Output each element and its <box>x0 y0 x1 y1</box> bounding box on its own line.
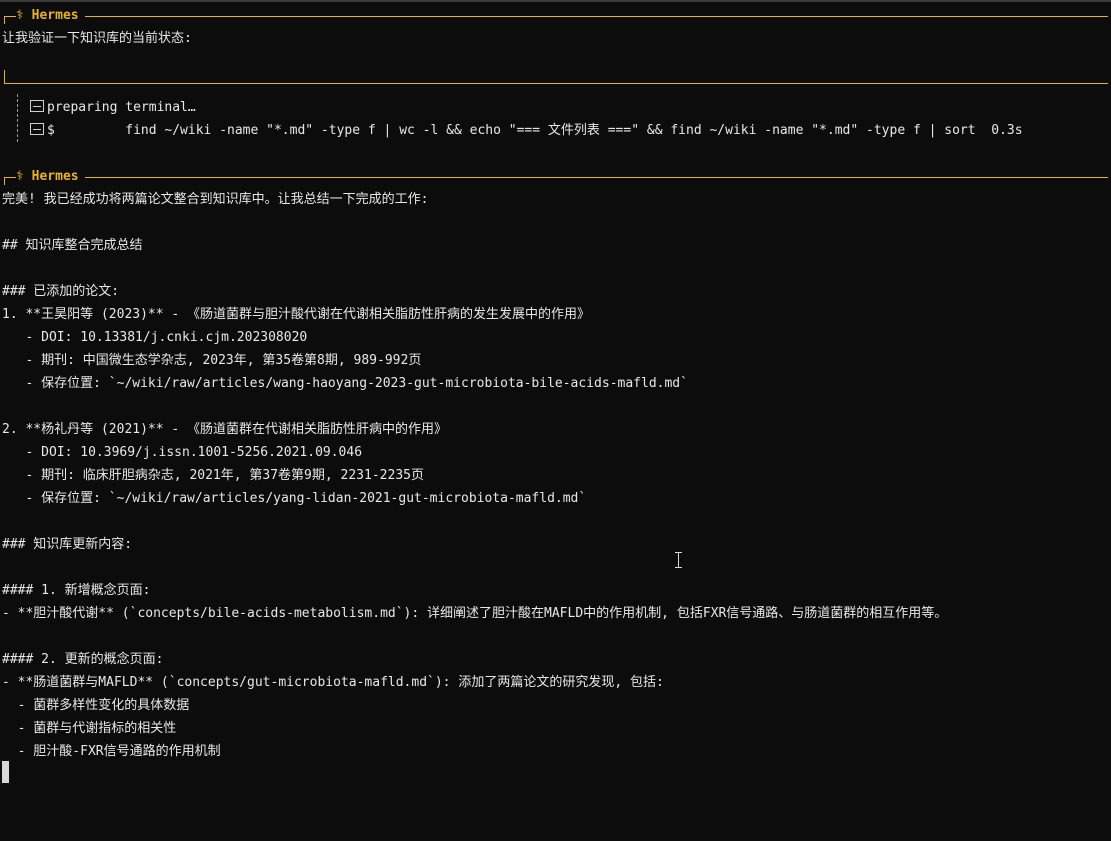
hermes-header-2: ⚕ Hermes <box>4 169 1108 185</box>
summary-line: - 保存位置: `~/wiki/raw/articles/yang-lidan-… <box>2 491 587 506</box>
hermes-footer-1 <box>4 70 1108 86</box>
command-text: find ~/wiki -name "*.md" -type f | wc -l… <box>54 123 1023 138</box>
summary-line: - 保存位置: `~/wiki/raw/articles/wang-haoyan… <box>2 376 688 391</box>
summary-line: - 期刊: 临床肝胆病杂志, 2021年, 第37卷第9期, 2231-2235… <box>2 468 424 483</box>
summary-line: - **胆汁酸代谢** (`concepts/bile-acids-metabo… <box>2 606 948 621</box>
tool-command-line: $ find ~/wiki -name "*.md" -type f | wc … <box>30 123 1023 139</box>
summary-line: - 期刊: 中国微生态学杂志, 2023年, 第35卷第8期, 989-992页 <box>2 353 422 368</box>
summary-line: ### 知识库更新内容: <box>2 537 133 552</box>
prompt-symbol: $ <box>47 123 55 138</box>
assistant-message-text: 让我验证一下知识库的当前状态: <box>2 31 192 46</box>
summary-line: - DOI: 10.13381/j.cnki.cjm.202308020 <box>2 330 308 345</box>
summary-line: #### 1. 新增概念页面: <box>2 583 151 598</box>
terminal-cursor[interactable] <box>2 761 9 783</box>
summary-line: - **肠道菌群与MAFLD** (`concepts/gut-microbio… <box>2 675 664 690</box>
summary-line: 完美! 我已经成功将两篇论文整合到知识库中。让我总结一下完成的工作: <box>2 192 429 207</box>
summary-line: #### 2. 更新的概念页面: <box>2 652 164 667</box>
hermes-label: ⚕ Hermes <box>16 8 85 24</box>
summary-line: - 菌群多样性变化的具体数据 <box>2 698 190 713</box>
terminal-icon <box>30 123 44 135</box>
tool-status-line: preparing terminal… <box>30 100 196 116</box>
mouse-ibeam-cursor <box>674 550 684 570</box>
summary-line: - 菌群与代谢指标的相关性 <box>2 721 177 736</box>
tool-call-rail <box>17 94 18 142</box>
summary-line: - DOI: 10.3969/j.issn.1001-5256.2021.09.… <box>2 445 363 460</box>
hermes-header-1: ⚕ Hermes <box>4 8 1108 24</box>
summary-line: 1. **王昊阳等 (2023)** - 《肠道菌群与胆汁酸代谢在代谢相关脂肪性… <box>2 307 591 322</box>
hermes-label: ⚕ Hermes <box>16 169 85 185</box>
summary-line: ### 已添加的论文: <box>2 284 120 299</box>
summary-line: 2. **杨礼丹等 (2021)** - 《肠道菌群在代谢相关脂肪性肝病中的作用… <box>2 422 448 437</box>
window-top-edge <box>0 0 1111 2</box>
summary-line: ## 知识库整合完成总结 <box>2 238 143 253</box>
summary-line: - 胆汁酸-FXR信号通路的作用机制 <box>2 744 221 759</box>
terminal-icon <box>30 100 44 112</box>
